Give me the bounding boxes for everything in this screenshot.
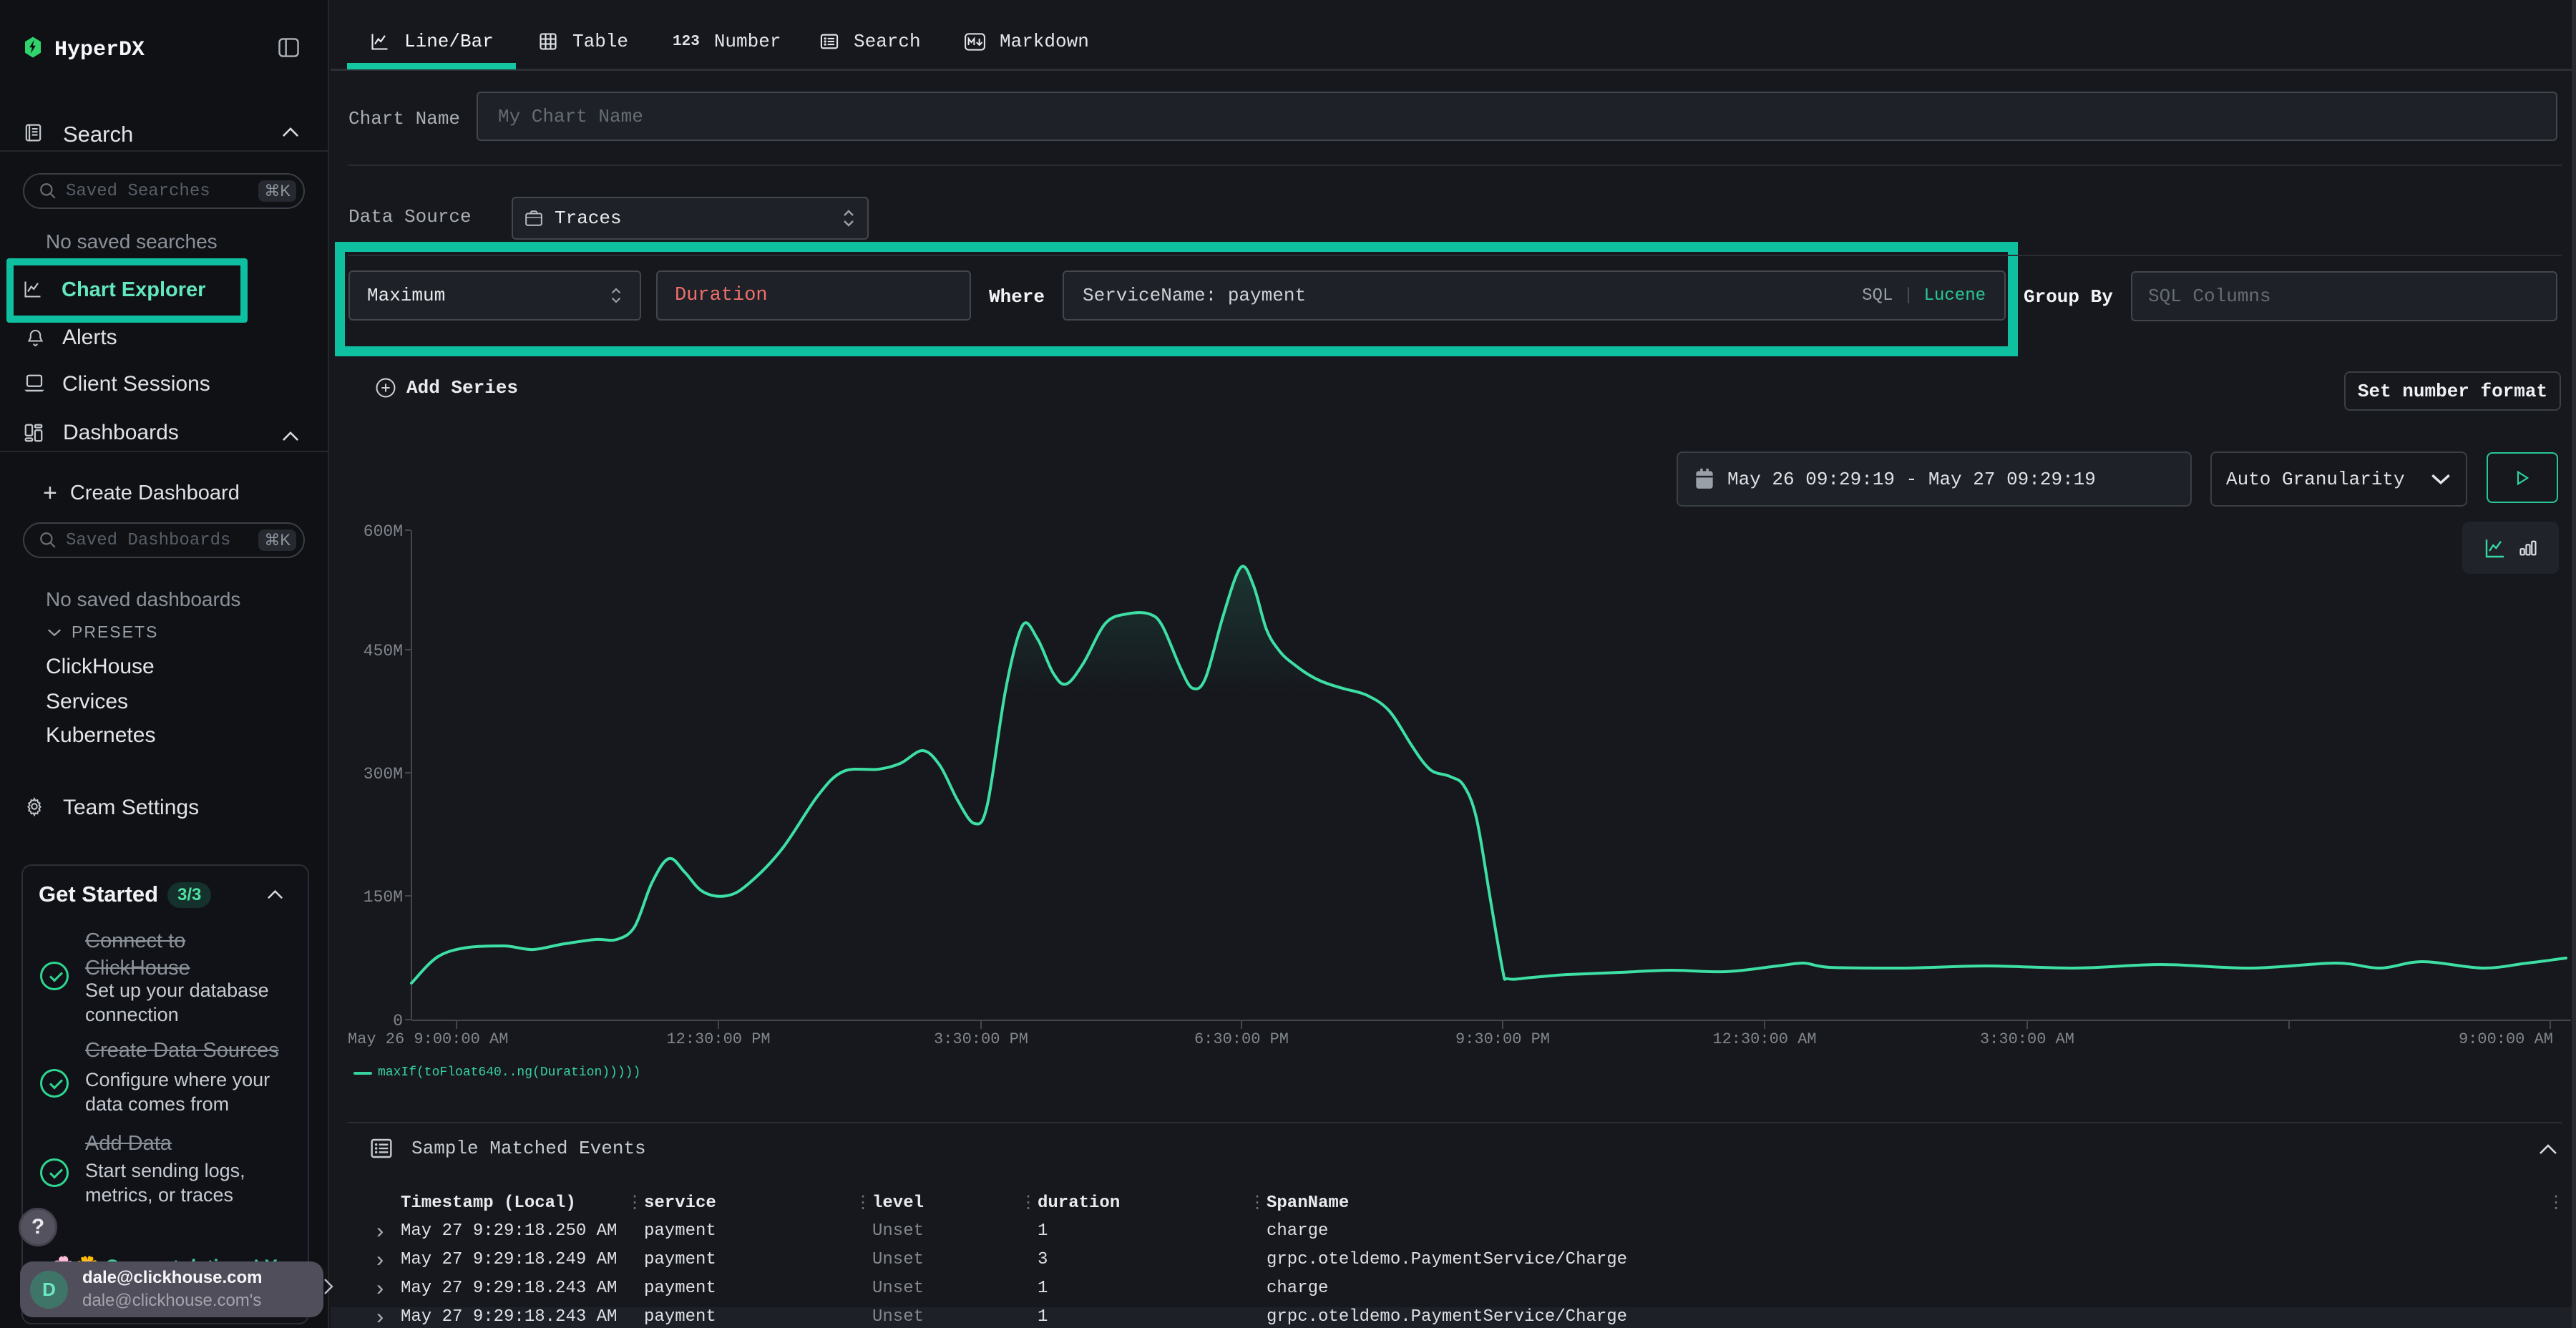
svg-text:3:30:00 AM: 3:30:00 AM (1980, 1030, 2074, 1048)
svg-text:3:30:00 PM: 3:30:00 PM (934, 1030, 1028, 1048)
svg-text:450M: 450M (364, 642, 403, 660)
svg-text:12:30:00 PM: 12:30:00 PM (666, 1030, 770, 1048)
svg-text:12:30:00 AM: 12:30:00 AM (1712, 1030, 1816, 1048)
svg-text:9:00:00 AM: 9:00:00 AM (2459, 1030, 2553, 1048)
svg-text:May 26 9:00:00 AM: May 26 9:00:00 AM (348, 1030, 508, 1048)
svg-text:6:30:00 PM: 6:30:00 PM (1194, 1030, 1289, 1048)
svg-text:300M: 300M (364, 765, 403, 783)
svg-text:0: 0 (393, 1012, 403, 1030)
svg-text:600M: 600M (364, 522, 403, 541)
svg-text:150M: 150M (364, 888, 403, 907)
svg-text:9:30:00 PM: 9:30:00 PM (1455, 1030, 1550, 1048)
